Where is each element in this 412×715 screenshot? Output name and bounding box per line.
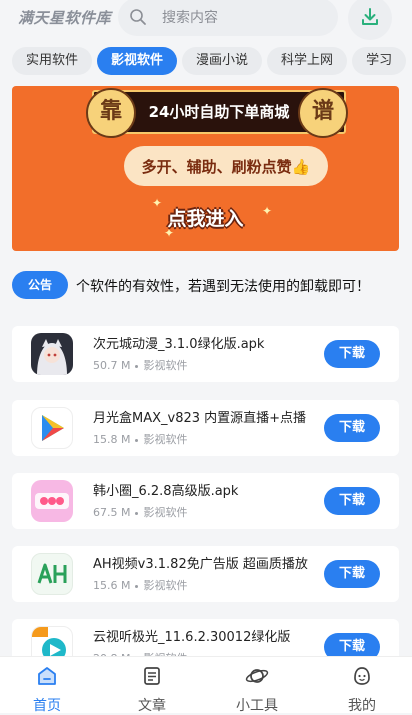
search-input[interactable]: 搜索内容	[162, 7, 218, 27]
download-button[interactable]: 下载	[324, 340, 380, 368]
app-meta: 15.8 M 影视软件	[93, 431, 187, 447]
download-button[interactable]: 下载	[324, 487, 380, 515]
download-button[interactable]: 下载	[324, 560, 380, 588]
download-button[interactable]: 下载	[324, 414, 380, 442]
nav-label: 小工具	[236, 698, 278, 714]
app-name: 月光盒MAX_v823 内置源直播+点播	[93, 411, 307, 426]
nav-profile[interactable]: 我的	[322, 665, 402, 715]
list-item[interactable]: AH视频v3.1.82免广告版 超画质播放 15.6 M 影视软件 下载	[12, 546, 399, 602]
profile-face-icon	[354, 667, 370, 685]
app-name: 次元城动漫_3.1.0绿化版.apk	[93, 337, 265, 352]
nav-articles[interactable]: 文章	[112, 665, 192, 715]
app-category: 影视软件	[143, 579, 188, 592]
nav-label: 我的	[348, 698, 376, 714]
banner-cta[interactable]: 点我进入	[12, 204, 399, 231]
tab-utility[interactable]: 实用软件	[12, 47, 93, 75]
app-meta: 50.7 M 影视软件	[93, 357, 187, 373]
anime-girl-icon	[31, 333, 73, 375]
app-name: 云视听极光_11.6.2.30012绿化版	[93, 630, 291, 645]
ah-logo-icon	[31, 553, 73, 595]
nav-label: 文章	[138, 698, 166, 714]
tab-video[interactable]: 影视软件	[97, 47, 178, 75]
banner-badge-right: 谱	[298, 88, 348, 138]
banner-badge-left: 靠	[86, 88, 136, 138]
tab-vpn[interactable]: 科学上网	[267, 47, 348, 75]
tab-study[interactable]: 学习	[352, 47, 407, 75]
search-icon	[130, 9, 146, 25]
app-name: AH视频v3.1.82免广告版 超画质播放	[93, 557, 308, 572]
category-tabs: 实用软件 影视软件 漫画小说 科学上网 学习	[12, 47, 412, 75]
app-size: 50.7 M	[93, 359, 131, 372]
list-item[interactable]: 次元城动漫_3.1.0绿化版.apk 50.7 M 影视软件 下载	[12, 326, 399, 382]
article-icon	[144, 667, 160, 685]
announcement-bar: 公告 个软件的有效性，若遇到无法使用的卸载即可！	[12, 271, 412, 299]
bottom-navigation: 首页 文章 小工具 我的	[0, 656, 412, 715]
banner-services-pill: 多开、辅助、刷粉点赞👍	[124, 146, 328, 186]
hanxiaoquan-logo-icon	[31, 480, 73, 522]
planet-tools-icon	[245, 669, 269, 683]
app-name: 韩小圈_6.2.8高级版.apk	[93, 484, 239, 499]
list-item[interactable]: 月光盒MAX_v823 内置源直播+点播 15.8 M 影视软件 下载	[12, 400, 399, 456]
app-size: 15.8 M	[93, 433, 131, 446]
search-bar[interactable]: 搜索内容	[118, 0, 338, 36]
announcement-text: 个软件的有效性，若遇到无法使用的卸载即可！	[76, 279, 370, 295]
nav-tools[interactable]: 小工具	[217, 665, 297, 715]
play-triangle-icon	[31, 407, 73, 449]
nav-label: 首页	[33, 698, 61, 714]
app-meta: 15.6 M 影视软件	[93, 577, 187, 593]
app-category: 影视软件	[143, 359, 188, 372]
list-item[interactable]: 韩小圈_6.2.8高级版.apk 67.5 M 影视软件 下载	[12, 473, 399, 529]
app-category: 影视软件	[143, 433, 188, 446]
promo-banner[interactable]: 24小时自助下单商城 靠 谱 多开、辅助、刷粉点赞👍 ✦ ✦ ✦ 点我进入	[12, 86, 399, 251]
top-header: 满天星软件库 搜索内容	[0, 0, 412, 40]
download-tray-icon	[362, 8, 378, 25]
app-size: 67.5 M	[93, 506, 131, 519]
announcement-tag: 公告	[12, 271, 68, 299]
app-category: 影视软件	[143, 506, 188, 519]
app-logo-text: 满天星软件库	[18, 9, 112, 27]
app-meta: 67.5 M 影视软件	[93, 504, 187, 520]
tab-comics-novels[interactable]: 漫画小说	[182, 47, 263, 75]
banner-services: 多开、辅助、刷粉点赞👍	[141, 158, 311, 176]
download-manager-button[interactable]	[348, 0, 392, 40]
app-size: 15.6 M	[93, 579, 131, 592]
home-icon	[38, 667, 56, 685]
nav-home[interactable]: 首页	[7, 665, 87, 715]
